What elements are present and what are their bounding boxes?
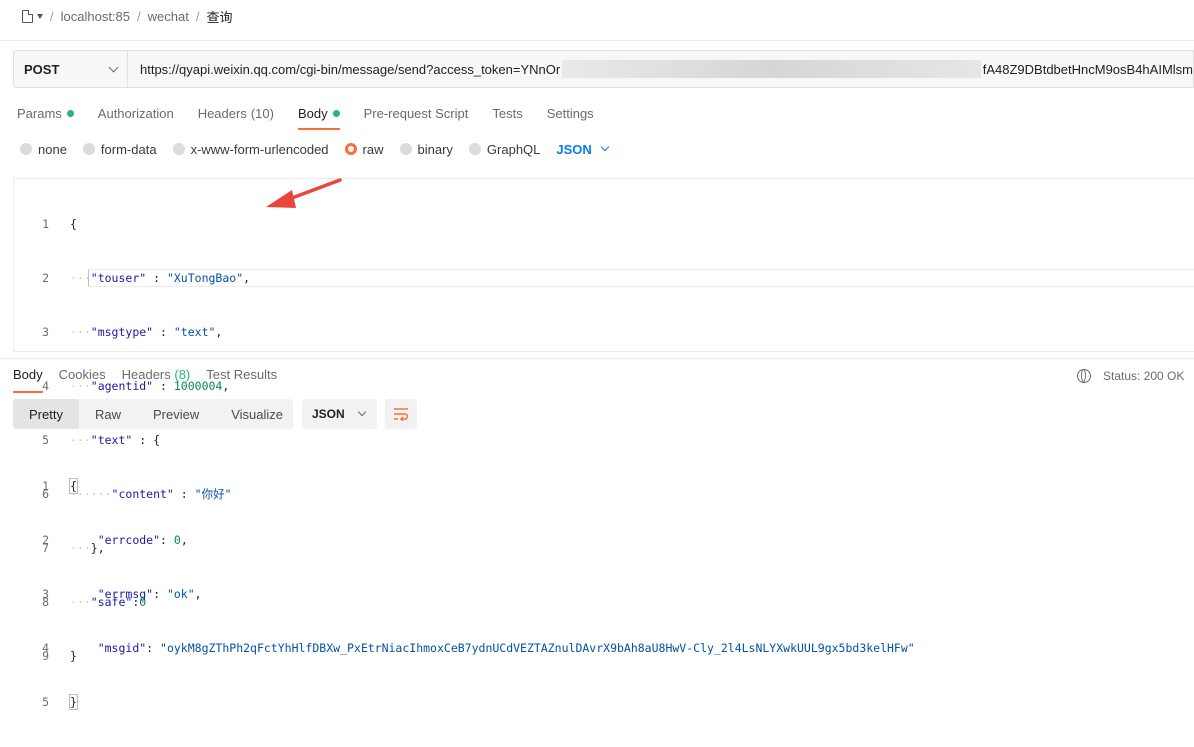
globe-icon[interactable]	[1077, 369, 1091, 383]
response-code-lines: { "errcode": 0, "errmsg": "ok", "msgid":…	[69, 441, 915, 747]
radio-x-www-form-urlencoded[interactable]: x-www-form-urlencoded	[172, 142, 329, 157]
status-text[interactable]: Status: 200 OK	[1103, 369, 1184, 383]
resp-tab-body[interactable]: Body	[13, 367, 43, 393]
breadcrumb-collection[interactable]: localhost:85	[61, 9, 130, 24]
radio-none[interactable]: none	[20, 142, 67, 157]
request-tabs: Params Authorization Headers (10) Body Pr…	[17, 104, 618, 130]
request-code: 1 2 3 4 5 6 7 8 9 { ···"touser" : "XuTon…	[13, 179, 1194, 663]
method-select[interactable]: POST	[13, 50, 127, 88]
code-line: {	[70, 217, 77, 231]
view-visualize[interactable]: Visualize	[215, 399, 299, 429]
code-line: "msgid": "oykM8gZThPh2qFctYhHlfDBXw_PxEt…	[97, 641, 915, 655]
body-type-options: none form-data x-www-form-urlencoded raw…	[20, 140, 610, 158]
wrap-lines-icon	[394, 408, 409, 421]
resp-tab-test-results[interactable]: Test Results	[206, 367, 277, 385]
url-end: fA48Z9DBtdbetHncM9osB4hAIMlsm	[982, 61, 1193, 77]
chevron-down-icon	[357, 407, 367, 417]
breadcrumb: / localhost:85 / wechat / 查询	[22, 7, 232, 25]
tab-headers[interactable]: Headers (10)	[198, 104, 274, 122]
breadcrumb-request[interactable]: 查询	[206, 7, 232, 26]
active-line-highlight	[88, 269, 1194, 287]
view-mode-bar: Pretty Raw Preview Visualize	[13, 399, 293, 429]
params-active-dot	[66, 109, 74, 117]
view-pretty[interactable]: Pretty	[13, 399, 79, 429]
view-preview[interactable]: Preview	[137, 399, 215, 429]
chevron-down-icon	[600, 142, 610, 152]
divider	[0, 358, 1194, 359]
tab-pre-request-script[interactable]: Pre-request Script	[364, 104, 469, 122]
url-input[interactable]: https://qyapi.weixin.qq.com/cgi-bin/mess…	[127, 50, 1194, 88]
tab-body[interactable]: Body	[297, 104, 340, 130]
tab-tests[interactable]: Tests	[492, 104, 522, 122]
view-raw[interactable]: Raw	[79, 399, 137, 429]
code-line: {	[69, 478, 78, 494]
code-line: "errmsg": "ok",	[97, 587, 202, 601]
annotation-arrow-icon	[266, 178, 342, 208]
radio-binary[interactable]: binary	[399, 142, 453, 157]
code-line: "errcode": 0,	[97, 533, 188, 547]
chevron-down-icon	[108, 62, 119, 72]
resp-tab-cookies[interactable]: Cookies	[59, 367, 106, 385]
url-start: https://qyapi.weixin.qq.com/cgi-bin/mess…	[140, 61, 561, 77]
divider	[0, 40, 1194, 41]
line-number-gutter: 1 2 3 4 5	[42, 479, 49, 709]
breadcrumb-folder[interactable]: wechat	[148, 9, 189, 24]
resp-tab-headers[interactable]: Headers (8)	[122, 367, 191, 385]
redacted-token	[562, 60, 981, 78]
caret-down-icon[interactable]	[37, 13, 43, 19]
code-line: }	[69, 694, 78, 710]
request-doc-icon[interactable]	[22, 9, 33, 23]
body-active-dot	[332, 109, 340, 117]
body-format-select[interactable]: JSON	[556, 142, 610, 157]
radio-graphql[interactable]: GraphQL	[468, 142, 540, 157]
response-code: 1 2 3 4 5 { "errcode": 0, "errmsg": "ok"…	[13, 441, 1194, 710]
method-label: POST	[24, 61, 60, 77]
tab-settings[interactable]: Settings	[547, 104, 594, 122]
tab-authorization[interactable]: Authorization	[98, 104, 174, 122]
response-tabs: Body Cookies Headers (8) Test Results	[13, 367, 293, 393]
wrap-lines-button[interactable]	[385, 399, 417, 429]
code-line: ···"msgtype" : "text",	[70, 325, 223, 339]
radio-form-data[interactable]: form-data	[82, 142, 157, 157]
status-area: Status: 200 OK	[1077, 367, 1184, 385]
radio-raw[interactable]: raw	[344, 142, 384, 157]
response-format-select[interactable]: JSON	[302, 399, 377, 429]
tab-params[interactable]: Params	[17, 104, 74, 122]
